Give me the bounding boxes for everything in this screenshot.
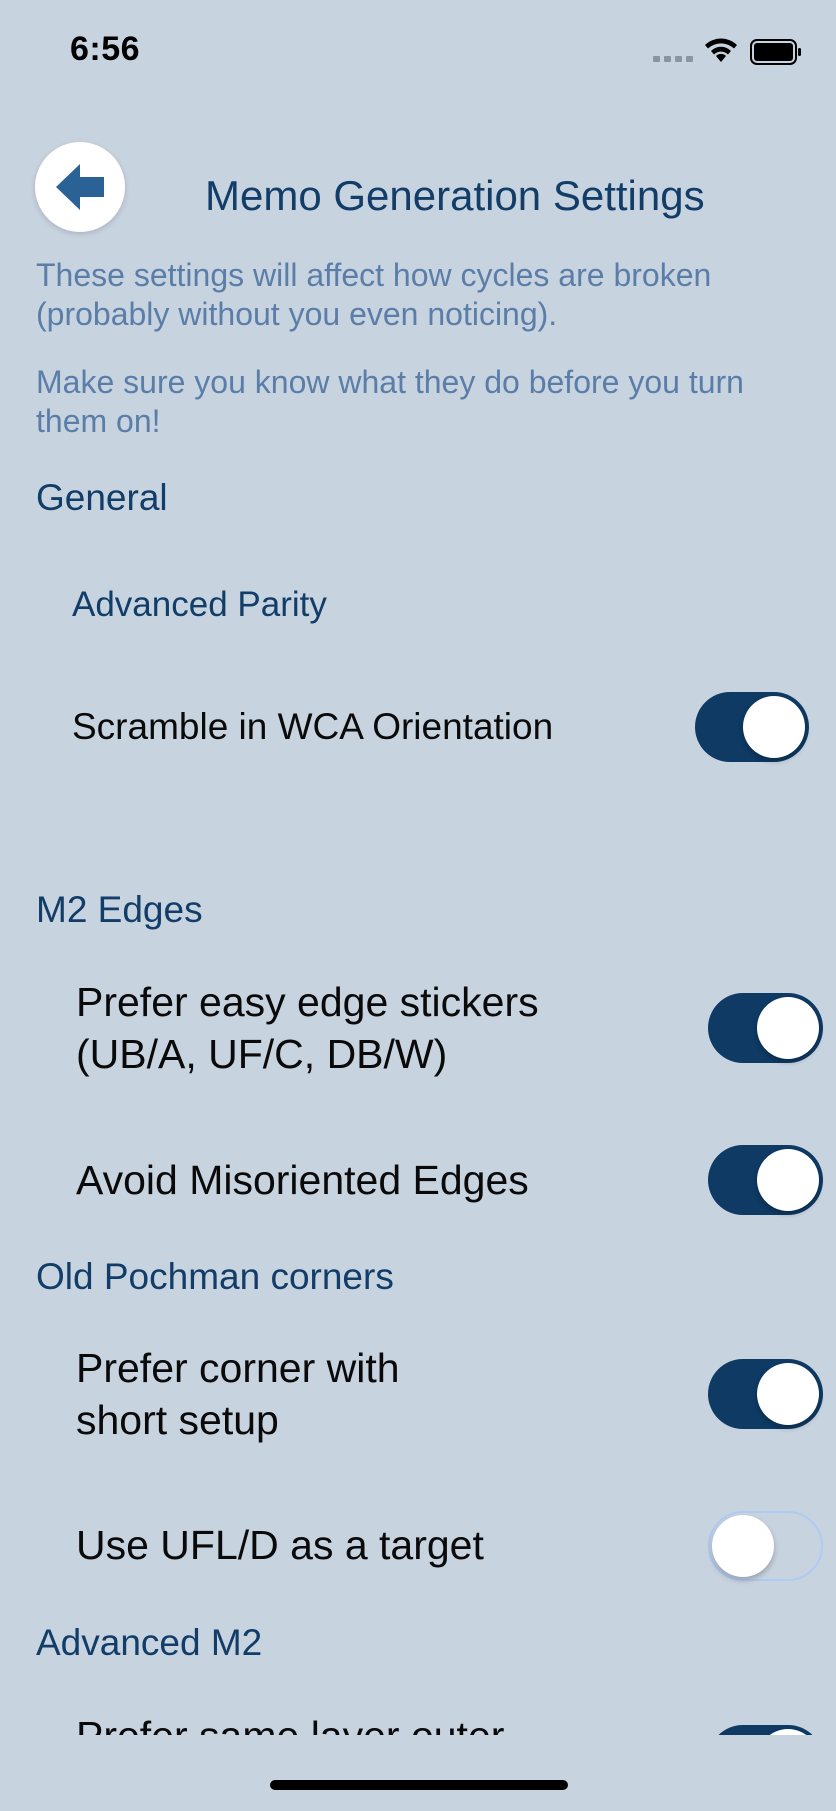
use-ufl-label: Use UFL/D as a target [76,1522,484,1568]
section-old-pochman-title: Old Pochman corners [36,1256,394,1297]
home-indicator[interactable] [270,1780,568,1790]
scramble-wca-toggle[interactable] [695,692,809,762]
prefer-easy-edges-toggle[interactable] [708,993,823,1063]
cellular-signal-icon [653,56,693,64]
scroll-clip: Prefer same layer outer [0,1700,836,1735]
wifi-icon [703,36,739,69]
prefer-easy-edges-label-line2: (UB/A, UF/C, DB/W) [76,1031,448,1077]
arrow-left-icon [56,164,104,210]
section-general-title: General [36,477,168,518]
prefer-corner-toggle[interactable] [708,1359,823,1429]
section-m2-edges-title: M2 Edges [36,889,203,930]
warning-note: Make sure you know what they do before y… [36,364,744,439]
info-note: These settings will affect how cycles ar… [36,257,712,332]
back-button[interactable] [35,142,125,232]
avoid-misoriented-toggle[interactable] [708,1145,823,1215]
scramble-wca-label: Scramble in WCA Orientation [72,706,554,747]
avoid-misoriented-label: Avoid Misoriented Edges [76,1157,529,1203]
prefer-corner-label-line1: Prefer corner with [76,1345,400,1391]
status-time: 6:56 [70,30,141,68]
section-advanced-m2-title: Advanced M2 [36,1622,263,1663]
battery-icon [750,39,802,70]
advanced-parity-link[interactable]: Advanced Parity [72,585,327,625]
page-title: Memo Generation Settings [205,172,705,219]
prefer-same-layer-label: Prefer same layer outer [76,1710,504,1735]
prefer-corner-label-line2: short setup [76,1397,279,1443]
prefer-easy-edges-label-line1: Prefer easy edge stickers [76,979,539,1025]
prefer-same-layer-toggle[interactable] [708,1725,823,1735]
use-ufl-toggle[interactable] [708,1511,823,1581]
